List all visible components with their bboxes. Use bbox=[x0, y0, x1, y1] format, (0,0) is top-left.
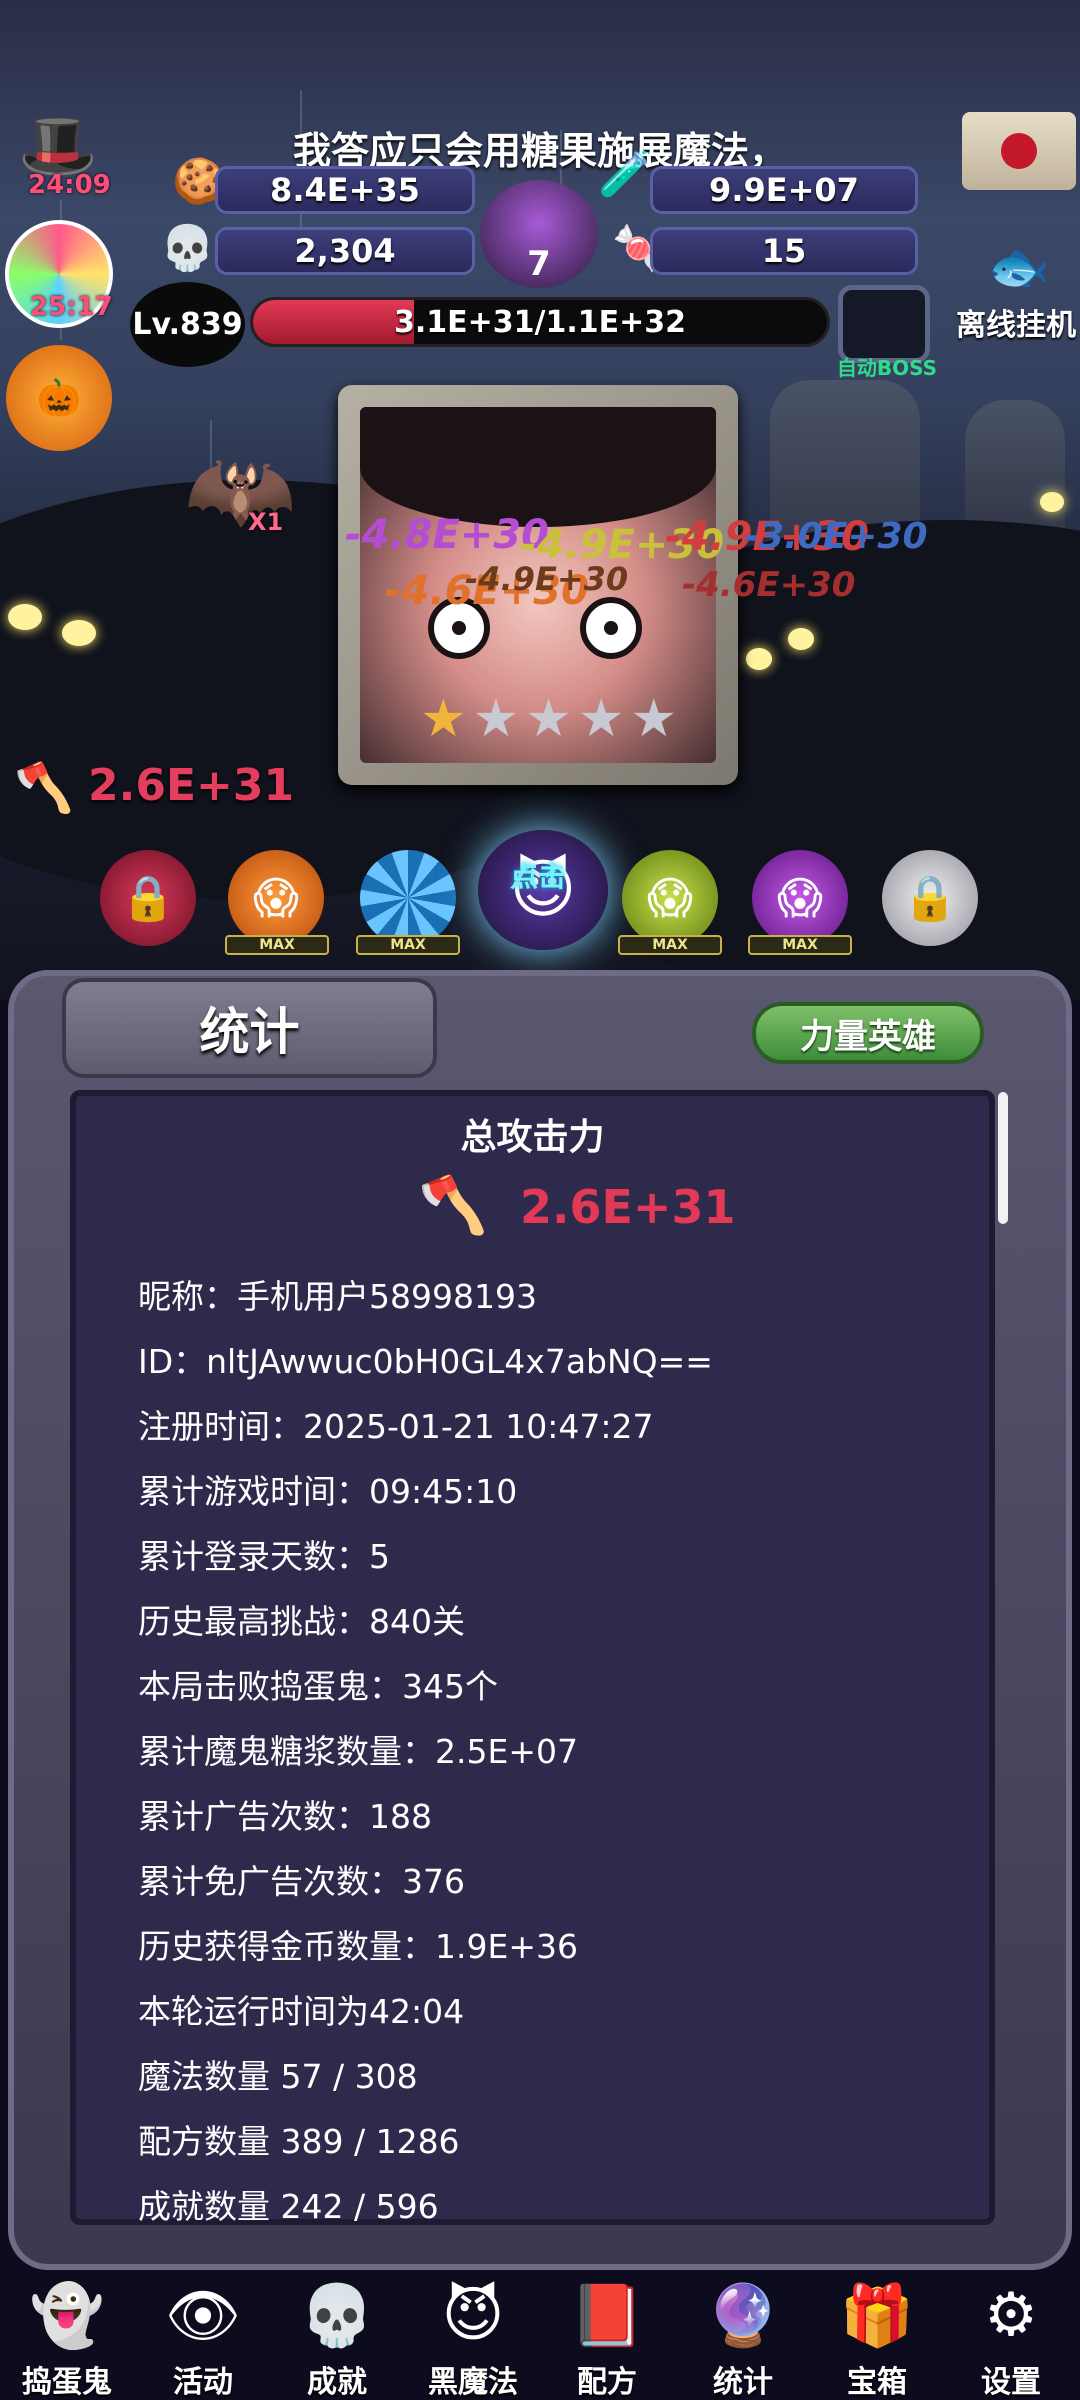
monster-star-rating: ★ ★ ★ ★ ★ bbox=[420, 689, 677, 749]
stat-ad-free-count: 累计免广告次数：376 bbox=[138, 1862, 465, 1901]
stat-ghosts-defeated: 本局击败捣蛋鬼：345个 bbox=[138, 1667, 498, 1706]
total-attack-value: 2.6E+31 bbox=[520, 1180, 736, 1234]
stat-login-days: 累计登录天数：5 bbox=[138, 1537, 390, 1576]
skull-candy-icon: 💀 bbox=[160, 223, 215, 274]
damage-number: -3.0E+30 bbox=[744, 516, 928, 557]
nav-label: 宝箱 bbox=[847, 2365, 907, 2400]
damage-number: -4.9E+30 bbox=[465, 560, 629, 598]
candy-count: 8.4E+35 bbox=[215, 166, 475, 214]
story-quote: 我答应只会用糖果施展魔法， bbox=[292, 129, 787, 173]
candy-timer: 25:17 bbox=[30, 292, 113, 322]
auto-boss-label: 自动BOSS bbox=[836, 356, 938, 380]
glowing-eye bbox=[1040, 492, 1064, 512]
cauldron-icon[interactable]: 7 bbox=[480, 180, 598, 288]
nav-label: 设置 bbox=[981, 2365, 1041, 2400]
potion-icon: 🧪 bbox=[598, 149, 653, 200]
witch-timer: 24:09 bbox=[28, 170, 111, 200]
fish-bone-icon[interactable]: 🐟 bbox=[960, 232, 1078, 302]
ghost-icon: 👻 bbox=[29, 2280, 105, 2351]
green-ghost-skill[interactable]: 😱 bbox=[622, 850, 718, 946]
stat-magic-count: 魔法数量 57 / 308 bbox=[138, 2057, 418, 2096]
axe-icon: 🪓 bbox=[418, 1173, 488, 1238]
gift-chest-icon: 🎁 bbox=[839, 2280, 915, 2351]
offline-idle-label[interactable]: 离线挂机 bbox=[956, 300, 1076, 344]
scrollbar[interactable] bbox=[998, 1092, 1008, 1224]
stat-run-time: 本轮运行时间为42:04 bbox=[138, 1992, 465, 2031]
star-empty-icon: ★ bbox=[525, 689, 572, 749]
nav-item-recipes[interactable]: 📕 配方 bbox=[542, 2275, 672, 2400]
glowing-eye bbox=[746, 648, 772, 670]
bat-icon: 🦇 bbox=[183, 437, 297, 543]
nav-item-settings[interactable]: ⚙ 设置 bbox=[946, 2275, 1076, 2400]
damage-number: -4.6E+30 bbox=[682, 565, 856, 605]
mail-envelope-icon[interactable] bbox=[962, 112, 1076, 190]
spellbook-icon: 📕 bbox=[569, 2280, 645, 2351]
nav-label: 配方 bbox=[577, 2365, 637, 2400]
total-attack-title: 总攻击力 bbox=[460, 1117, 605, 1158]
star-empty-icon: ★ bbox=[472, 689, 520, 749]
locked-skill-slot[interactable]: 🔒 bbox=[100, 850, 196, 946]
boss-hp-text: 3.1E+31/1.1E+32 bbox=[393, 304, 686, 340]
demon-icon: 😈 bbox=[441, 2280, 505, 2350]
nav-item-achievements[interactable]: 💀 成就 bbox=[272, 2275, 402, 2400]
eyeball-pot-icon: 👁 bbox=[164, 2280, 242, 2351]
locked-skill-slot[interactable]: 🔒 bbox=[882, 850, 978, 946]
stat-gold-total: 历史获得金币数量：1.9E+36 bbox=[138, 1927, 578, 1966]
max-tag: MAX bbox=[225, 935, 329, 955]
axe-icon: 🪓 bbox=[14, 759, 74, 816]
max-tag: MAX bbox=[618, 935, 722, 955]
max-tag: MAX bbox=[748, 935, 852, 955]
candy-corn-count: 15 bbox=[650, 227, 918, 275]
damage-number: -4.8E+30 bbox=[345, 512, 549, 558]
nav-label: 活动 bbox=[173, 2365, 233, 2400]
star-empty-icon: ★ bbox=[630, 689, 678, 749]
stat-ads-count: 累计广告次数：188 bbox=[138, 1797, 432, 1836]
level-badge: Lv.839 bbox=[130, 282, 245, 367]
power-hero-button[interactable]: 力量英雄 bbox=[752, 1002, 984, 1064]
stat-highest-challenge: 历史最高挑战：840关 bbox=[138, 1602, 465, 1641]
star-empty-icon: ★ bbox=[577, 689, 625, 749]
skull-count: 2,304 bbox=[215, 227, 475, 275]
attack-power-value: 2.6E+31 bbox=[88, 760, 295, 811]
potion-count: 9.9E+07 bbox=[650, 166, 918, 214]
skull-trophy-icon: 💀 bbox=[299, 2280, 375, 2351]
nav-item-events[interactable]: 👁 活动 bbox=[138, 2275, 268, 2400]
blue-candy-skill[interactable] bbox=[360, 850, 456, 946]
stat-recipe-count: 配方数量 389 / 1286 bbox=[138, 2122, 460, 2161]
star-filled-icon: ★ bbox=[420, 689, 467, 749]
cauldron-count: 7 bbox=[527, 244, 551, 284]
nav-item-stats[interactable]: 🔮 统计 bbox=[678, 2275, 808, 2400]
orange-ghost-skill[interactable]: 😱 bbox=[228, 850, 324, 946]
pumpkin-icon[interactable]: 🎃 bbox=[6, 345, 112, 451]
stat-syrup-total: 累计魔鬼糖浆数量：2.5E+07 bbox=[138, 1732, 578, 1771]
stat-id: ID：nltJAwwuc0bH0GL4x7abNQ== bbox=[138, 1342, 713, 1381]
tap-label: 点击 bbox=[510, 860, 567, 893]
nav-item-chest[interactable]: 🎁 宝箱 bbox=[812, 2275, 942, 2400]
glowing-eye bbox=[788, 628, 814, 650]
gear-icon: ⚙ bbox=[984, 2280, 1038, 2350]
nav-label: 捣蛋鬼 bbox=[22, 2365, 112, 2400]
stat-play-time: 累计游戏时间：09:45:10 bbox=[138, 1472, 518, 1511]
panel-title: 统计 bbox=[62, 978, 437, 1078]
nav-item-black-magic[interactable]: 😈 黑魔法 bbox=[408, 2275, 538, 2400]
bat-multiplier: X1 bbox=[248, 508, 284, 536]
glowing-eye bbox=[8, 604, 42, 630]
nav-item-ghosts[interactable]: 👻 捣蛋鬼 bbox=[2, 2275, 132, 2400]
max-tag: MAX bbox=[356, 935, 460, 955]
boss-hp-bar: 3.1E+31/1.1E+32 bbox=[250, 297, 830, 347]
stat-register-time: 注册时间：2025-01-21 10:47:27 bbox=[138, 1407, 654, 1446]
purple-ghost-skill[interactable]: 😱 bbox=[752, 850, 848, 946]
glowing-eye bbox=[62, 620, 96, 646]
stat-nickname: 昵称：手机用户58998193 bbox=[138, 1277, 537, 1316]
nav-label: 统计 bbox=[713, 2365, 773, 2400]
nav-label: 成就 bbox=[307, 2365, 367, 2400]
crystal-ball-icon: 🔮 bbox=[705, 2280, 781, 2351]
stat-achievement-count: 成就数量 242 / 596 bbox=[138, 2187, 439, 2226]
nav-label: 黑魔法 bbox=[428, 2365, 518, 2400]
